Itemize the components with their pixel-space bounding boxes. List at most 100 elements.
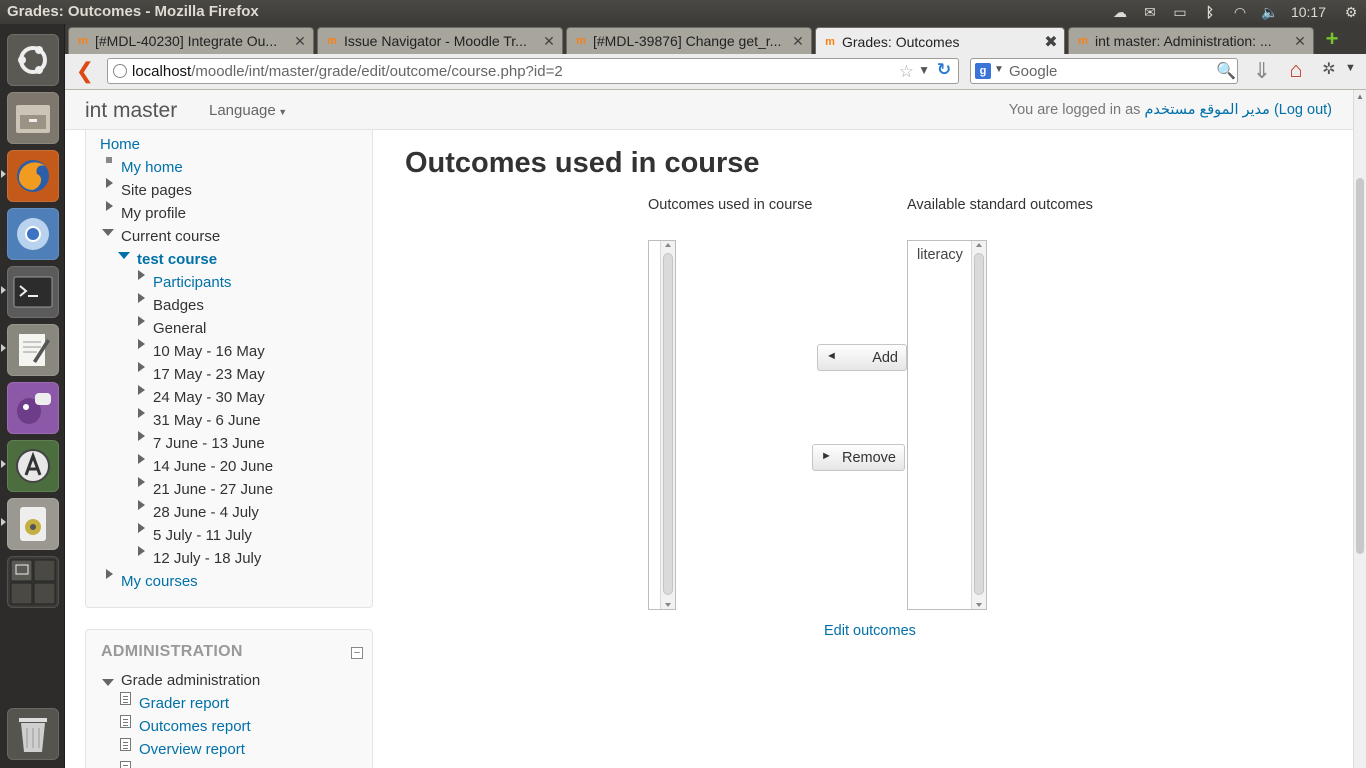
search-bar[interactable]: g ▼ Google 🔍 [970, 58, 1238, 84]
scroll-up-icon[interactable] [976, 243, 982, 247]
add-button[interactable]: ◄ Add [817, 344, 907, 371]
history-dropdown-icon[interactable]: ▼ [918, 63, 930, 77]
scroll-down-icon[interactable] [976, 603, 982, 607]
nav-week[interactable]: 10 May - 16 May [153, 343, 265, 360]
tab-issue-navigator[interactable]: m Issue Navigator - Moodle Tr... ✕ [317, 27, 563, 54]
user-profile-link[interactable]: مدير الموقع مستخدم [1144, 102, 1269, 118]
nav-site-pages[interactable]: Site pages [121, 182, 192, 199]
nav-my-courses[interactable]: My courses [121, 573, 198, 590]
language-menu[interactable]: Language ▼ [209, 102, 287, 119]
nav-course-name[interactable]: test course [137, 251, 217, 268]
bookmark-star-icon[interactable]: ☆ [899, 62, 914, 82]
pidgin-icon[interactable] [7, 382, 59, 434]
download-icon[interactable]: ⇓ [1250, 58, 1274, 84]
nav-week[interactable]: 17 May - 23 May [153, 366, 265, 383]
nav-week[interactable]: 14 June - 20 June [153, 458, 273, 475]
nav-home[interactable]: Home [100, 136, 140, 153]
text-editor-icon[interactable] [7, 324, 59, 376]
workspace-switcher-icon[interactable] [7, 556, 59, 608]
chevron-down-icon[interactable]: ▼ [1345, 62, 1359, 74]
volume-icon[interactable]: 🔈 [1255, 0, 1285, 24]
nav-my-home[interactable]: My home [121, 159, 183, 176]
page-scroll-thumb[interactable] [1356, 178, 1364, 554]
used-outcomes-listbox[interactable] [648, 240, 676, 610]
nav-my-profile[interactable]: My profile [121, 205, 186, 222]
nav-week[interactable]: 24 May - 30 May [153, 389, 265, 406]
remove-button[interactable]: ► Remove [812, 444, 905, 471]
url-bar[interactable]: localhost/moodle/int/master/grade/edit/o… [107, 58, 959, 84]
scroll-up-icon[interactable] [665, 243, 671, 247]
terminal-icon[interactable] [7, 266, 59, 318]
collapse-icon[interactable]: – [351, 647, 363, 659]
available-outcomes-listbox[interactable]: literacy [907, 240, 987, 610]
battery-icon[interactable]: ▭ [1165, 0, 1195, 24]
scroll-thumb[interactable] [663, 253, 673, 595]
chromium-icon[interactable] [7, 208, 59, 260]
expand-arrow-icon[interactable] [138, 431, 145, 441]
tab-int-master-admin[interactable]: m int master: Administration: ... ✕ [1068, 27, 1314, 54]
firefox-icon[interactable] [7, 150, 59, 202]
nav-general[interactable]: General [153, 320, 206, 337]
close-tab-icon[interactable]: ✖ [1044, 32, 1058, 52]
expand-arrow-icon[interactable] [138, 316, 145, 326]
close-tab-icon[interactable]: ✕ [791, 33, 805, 50]
nav-week[interactable]: 7 June - 13 June [153, 435, 265, 452]
edit-outcomes-link[interactable]: Edit outcomes [824, 623, 916, 639]
listbox-scrollbar[interactable] [971, 241, 986, 609]
google-icon[interactable]: g [975, 63, 991, 79]
expand-arrow-icon[interactable] [138, 546, 145, 556]
software-updater-icon[interactable] [7, 440, 59, 492]
admin-grader-report[interactable]: Grader report [139, 695, 229, 712]
files-icon[interactable] [7, 92, 59, 144]
admin-outcomes-report[interactable]: Outcomes report [139, 718, 251, 735]
bluetooth-icon[interactable]: ᛒ [1195, 0, 1225, 24]
expand-arrow-icon[interactable] [106, 569, 113, 579]
search-engine-dropdown-icon[interactable]: ▼ [994, 64, 1004, 75]
page-scrollbar[interactable]: ▲ [1353, 90, 1366, 768]
reload-icon[interactable]: ↻ [934, 60, 954, 80]
expand-arrow-icon[interactable] [138, 362, 145, 372]
new-tab-plus-icon[interactable]: + [1321, 28, 1343, 50]
mail-icon[interactable]: ✉ [1135, 0, 1165, 24]
trash-icon[interactable] [7, 708, 59, 760]
listbox-scrollbar[interactable] [660, 241, 675, 609]
scroll-thumb[interactable] [974, 253, 984, 595]
expand-arrow-icon[interactable] [138, 500, 145, 510]
tab-grades-outcomes[interactable]: m Grades: Outcomes ✖ [815, 27, 1065, 55]
close-tab-icon[interactable]: ✕ [542, 33, 556, 50]
home-icon[interactable]: ⌂ [1283, 57, 1309, 83]
expand-arrow-icon[interactable] [138, 408, 145, 418]
nav-week[interactable]: 28 June - 4 July [153, 504, 259, 521]
expand-arrow-icon[interactable] [138, 270, 145, 280]
scroll-down-icon[interactable] [665, 603, 671, 607]
gear-icon[interactable]: ⚙ [1336, 0, 1366, 24]
expand-arrow-icon[interactable] [138, 385, 145, 395]
tab-mdl-39876[interactable]: m [#MDL-39876] Change get_r... ✕ [566, 27, 812, 54]
expand-arrow-icon[interactable] [138, 339, 145, 349]
logout-link[interactable]: (Log out) [1274, 102, 1332, 118]
site-brand[interactable]: int master [85, 99, 177, 123]
nav-badges[interactable]: Badges [153, 297, 204, 314]
collapse-arrow-icon[interactable] [118, 252, 130, 259]
nav-current-course[interactable]: Current course [121, 228, 220, 245]
ubuntu-dash-icon[interactable] [7, 34, 59, 86]
grade-administration[interactable]: Grade administration [121, 672, 260, 689]
nav-week[interactable]: 31 May - 6 June [153, 412, 261, 429]
back-arrow-icon[interactable]: ❮ [73, 59, 97, 85]
admin-overview-report[interactable]: Overview report [139, 741, 245, 758]
nav-week[interactable]: 5 July - 11 July [153, 527, 252, 544]
nav-week[interactable]: 12 July - 18 July [153, 550, 261, 567]
expand-arrow-icon[interactable] [138, 454, 145, 464]
expand-arrow-icon[interactable] [106, 178, 113, 188]
addon-icon[interactable]: ✲ [1318, 59, 1340, 83]
outcome-option[interactable]: literacy [917, 247, 963, 263]
audio-player-icon[interactable] [7, 498, 59, 550]
close-tab-icon[interactable]: ✕ [1293, 33, 1307, 50]
collapse-arrow-icon[interactable] [102, 229, 114, 236]
clock[interactable]: 10:17 [1285, 4, 1336, 20]
close-tab-icon[interactable]: ✕ [293, 33, 307, 50]
nav-week[interactable]: 21 June - 27 June [153, 481, 273, 498]
expand-arrow-icon[interactable] [138, 477, 145, 487]
cloud-icon[interactable]: ☁ [1105, 0, 1135, 24]
expand-arrow-icon[interactable] [138, 523, 145, 533]
